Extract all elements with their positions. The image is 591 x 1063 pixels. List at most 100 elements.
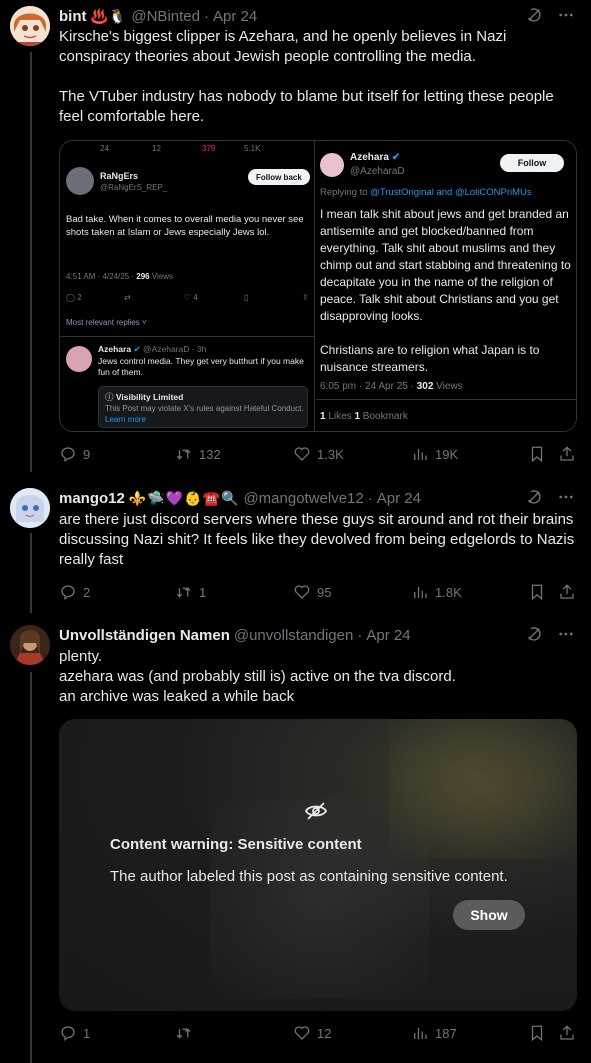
action-bar: 1 12 187 [59, 1023, 579, 1043]
avatar[interactable] [10, 6, 50, 46]
reply-icon [61, 585, 75, 601]
views-icon [414, 586, 427, 598]
show-button[interactable]: Show [453, 900, 525, 930]
avatar-image [10, 488, 50, 528]
reply-button[interactable]: 2 [59, 582, 90, 602]
like-count: 12 [317, 1025, 332, 1041]
display-name[interactable]: bint [59, 8, 87, 25]
post-image[interactable]: 24 12 379 5.1K RaNgErs @RaNgErS_REP_ Fol… [59, 140, 577, 432]
user-handle[interactable]: @unvollstandigen [234, 627, 353, 644]
separator-dot: · [357, 626, 363, 644]
avatar [66, 167, 94, 195]
bookmark-button[interactable] [528, 1023, 546, 1043]
avatar [320, 153, 344, 177]
post-header-icons [525, 488, 575, 506]
user-handle[interactable]: @mangotwelve12 [243, 490, 363, 507]
repost-button[interactable]: 132 [175, 444, 221, 464]
views-button[interactable]: 187 [411, 1023, 457, 1043]
share-button[interactable] [558, 582, 576, 602]
views-icon [414, 448, 427, 460]
screenshot-left: 24 12 379 5.1K RaNgErs @RaNgErS_REP_ Fol… [60, 141, 315, 431]
post-date[interactable]: Apr 24 [366, 627, 410, 644]
follow-button: Follow [500, 154, 564, 172]
name-emojis: ⚜️🛸💜👶☎️🔍 [128, 489, 240, 506]
count-likes: 379 [202, 144, 216, 153]
reply-text: I mean talk shit about jews and get bran… [320, 207, 571, 323]
share-icon [560, 446, 574, 461]
reply-button[interactable]: 9 [59, 444, 90, 464]
post-header: bint ♨️🐧 @NBinted · Apr 24 [59, 6, 257, 26]
reply-count: ◯ 2 [66, 293, 82, 302]
share-button[interactable] [558, 1023, 576, 1043]
count-views: 5.1K [244, 144, 261, 153]
post-header-icons [525, 6, 575, 24]
replying-to: Replying to @TrustOriginal and @LoliCONP… [320, 187, 532, 198]
more-options-icon[interactable] [557, 625, 575, 643]
tweet-post[interactable]: mango12 ⚜️🛸💜👶☎️🔍 @mangotwelve12 · Apr 24… [0, 488, 591, 608]
repost-button[interactable]: 1 [175, 582, 206, 602]
like-count: 95 [317, 584, 332, 600]
like-button[interactable]: 1.3K [293, 444, 344, 464]
repost-icon [176, 587, 191, 599]
screenshot-right: Azehara ✔ @AzeharaD Follow Replying to @… [316, 141, 576, 431]
bookmark-button[interactable] [528, 444, 546, 464]
repost-button[interactable] [175, 1023, 199, 1043]
name-emojis: ♨️🐧 [90, 7, 128, 24]
heart-icon [294, 585, 310, 599]
post-header-icons [525, 625, 575, 643]
sensitive-media[interactable]: Content warning: Sensitive content The a… [59, 719, 577, 1011]
grok-icon[interactable] [525, 488, 543, 506]
share-button[interactable] [558, 444, 576, 464]
blurred-media [209, 799, 429, 999]
avatar[interactable] [10, 488, 50, 528]
more-options-icon[interactable] [557, 488, 575, 506]
visibility-limited-title: ⓘ Visibility Limited [105, 392, 184, 402]
avatar[interactable] [10, 625, 50, 665]
post-header: Unvollständigen Namen @unvollstandigen ·… [59, 625, 411, 645]
post-text: plenty. azehara was (and probably still … [59, 648, 456, 705]
views-button[interactable]: 1.8K [411, 582, 462, 602]
post-meta: 4:51 AM · 4/24/25 · 296 Views [66, 272, 174, 281]
tweet-post[interactable]: bint ♨️🐧 @NBinted · Apr 24 Kirsche's big… [0, 0, 591, 470]
user-handle[interactable]: @NBinted [131, 8, 200, 25]
grok-icon[interactable] [525, 625, 543, 643]
user-handle: @RaNgErS_REP_ [100, 183, 168, 192]
user-handle: @AzeharaD [350, 166, 405, 177]
grok-icon[interactable] [525, 6, 543, 24]
avatar-image [10, 625, 50, 665]
display-name[interactable]: Unvollständigen Namen [59, 627, 230, 644]
like-button[interactable]: 95 [293, 582, 331, 602]
views-button[interactable]: 19K [411, 444, 458, 464]
post-text: Kirsche's biggest clipper is Azehara, an… [59, 28, 554, 125]
bookmark-button[interactable] [528, 582, 546, 602]
avatar [66, 346, 92, 372]
follow-back-button: Follow back [248, 169, 310, 185]
post-date[interactable]: Apr 24 [213, 8, 257, 25]
bookmark-icon [531, 1025, 543, 1042]
divider [316, 399, 576, 400]
post-header: mango12 ⚜️🛸💜👶☎️🔍 @mangotwelve12 · Apr 24 [59, 488, 421, 508]
reply-count: 2 [83, 584, 91, 600]
display-name: Azehara ✔ [350, 152, 401, 163]
reply-text: Bad take. When it comes to overall media… [66, 214, 304, 238]
content-warning-title: Content warning: Sensitive content [110, 836, 362, 853]
share-icon: ⇪ [302, 293, 309, 302]
display-name: RaNgErs [100, 171, 139, 181]
reply-text: Christians are to religion what Japan is… [320, 343, 540, 374]
count-reposts: 12 [152, 144, 161, 153]
action-bar: 9 132 1.3K 19K [59, 444, 579, 464]
bookmark-icon: ▯ [244, 293, 249, 302]
more-options-icon[interactable] [557, 6, 575, 24]
views-icon [414, 1027, 427, 1039]
reply-button[interactable]: 1 [59, 1023, 90, 1043]
reply-count: 9 [83, 446, 91, 462]
top-count-row: 24 12 379 5.1K [100, 144, 310, 153]
like-button[interactable]: 12 [293, 1023, 331, 1043]
divider [60, 336, 315, 337]
reply-icon [61, 447, 75, 463]
reply-text: Jews control media. They get very butthu… [98, 356, 304, 377]
post-date[interactable]: Apr 24 [377, 490, 421, 507]
display-name[interactable]: mango12 [59, 490, 125, 507]
like-count: 1.3K [317, 446, 344, 462]
reply-count: 1 [83, 1025, 91, 1041]
